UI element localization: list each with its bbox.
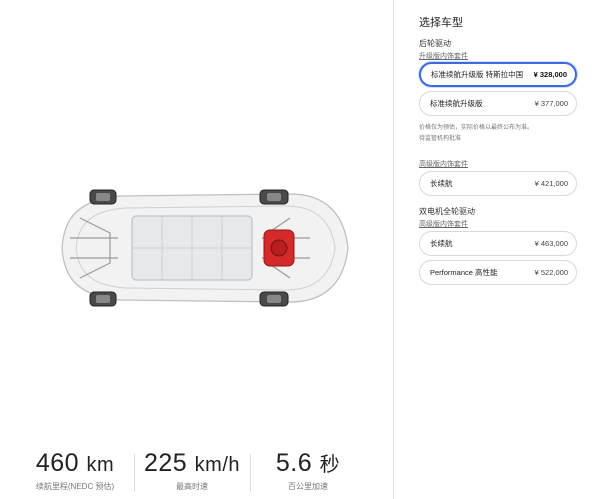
stat-acceleration: 5.6 秒 百公里加速 (253, 448, 363, 493)
option-name: 长续航 (430, 179, 453, 188)
price-note: 价格仅为预估，实际价格以最终公布为准。 (419, 125, 534, 131)
stat-top-speed-label: 最高时速 (176, 482, 208, 491)
panel-title: 选择车型 (419, 17, 463, 29)
option-name: 长续航 (430, 239, 453, 248)
spec-stats: 460 km 续航里程(NEDC 预估) 225 km/h 最高时速 5.6 秒… (0, 448, 393, 499)
option-long-range-awd[interactable]: 长续航 ¥ 463,000 (419, 231, 577, 256)
option-standard-range-plus[interactable]: 标准续航升级版 ¥ 377,000 (419, 91, 577, 116)
stat-top-speed-value: 225 (143, 449, 188, 477)
option-performance[interactable]: Performance 高性能 ¥ 522,000 (419, 260, 577, 285)
rwd-heading: 后轮驱动 (419, 39, 451, 48)
stat-range-value: 460 (35, 449, 80, 477)
awd-heading: 双电机全轮驱动 (419, 207, 475, 216)
stat-top-speed: 225 km/h 最高时速 (137, 448, 247, 493)
option-name: 标准续航升级版 (430, 99, 483, 108)
stat-top-speed-unit: km/h (194, 454, 240, 476)
option-standard-range-plus-china[interactable]: 标准续航升级版 特斯拉中国 ¥ 328,000 (419, 62, 577, 87)
stat-divider (134, 454, 135, 492)
stat-range: 460 km 续航里程(NEDC 预估) (20, 448, 130, 493)
stat-range-unit: km (86, 454, 115, 476)
option-long-range-rwd[interactable]: 长续航 ¥ 421,000 (419, 171, 577, 196)
stat-acceleration-unit: 秒 (319, 454, 341, 476)
approval-note: 待监管机构批准 (419, 136, 462, 142)
stat-acceleration-label: 百公里加速 (288, 482, 328, 491)
chassis-image (61, 189, 349, 307)
option-name: Performance 高性能 (430, 268, 498, 277)
option-price: ¥ 463,000 (534, 239, 568, 248)
stat-range-label: 续航里程(NEDC 预估) (35, 482, 115, 491)
rwd-package-label: 升级版内饰套件 (419, 53, 468, 60)
vehicle-preview-area: 460 km 续航里程(NEDC 预估) 225 km/h 最高时速 5.6 秒… (0, 0, 393, 499)
option-price: ¥ 522,000 (534, 268, 568, 277)
premium-package-label: 高级版内饰套件 (419, 161, 468, 168)
option-price: ¥ 328,000 (533, 70, 567, 79)
stat-divider (250, 454, 251, 492)
option-name: 标准续航升级版 特斯拉中国 (431, 70, 524, 79)
option-price: ¥ 377,000 (534, 99, 568, 108)
stat-acceleration-value: 5.6 (275, 449, 313, 477)
awd-package-label: 高级版内饰套件 (419, 221, 468, 228)
option-price: ¥ 421,000 (534, 179, 568, 188)
